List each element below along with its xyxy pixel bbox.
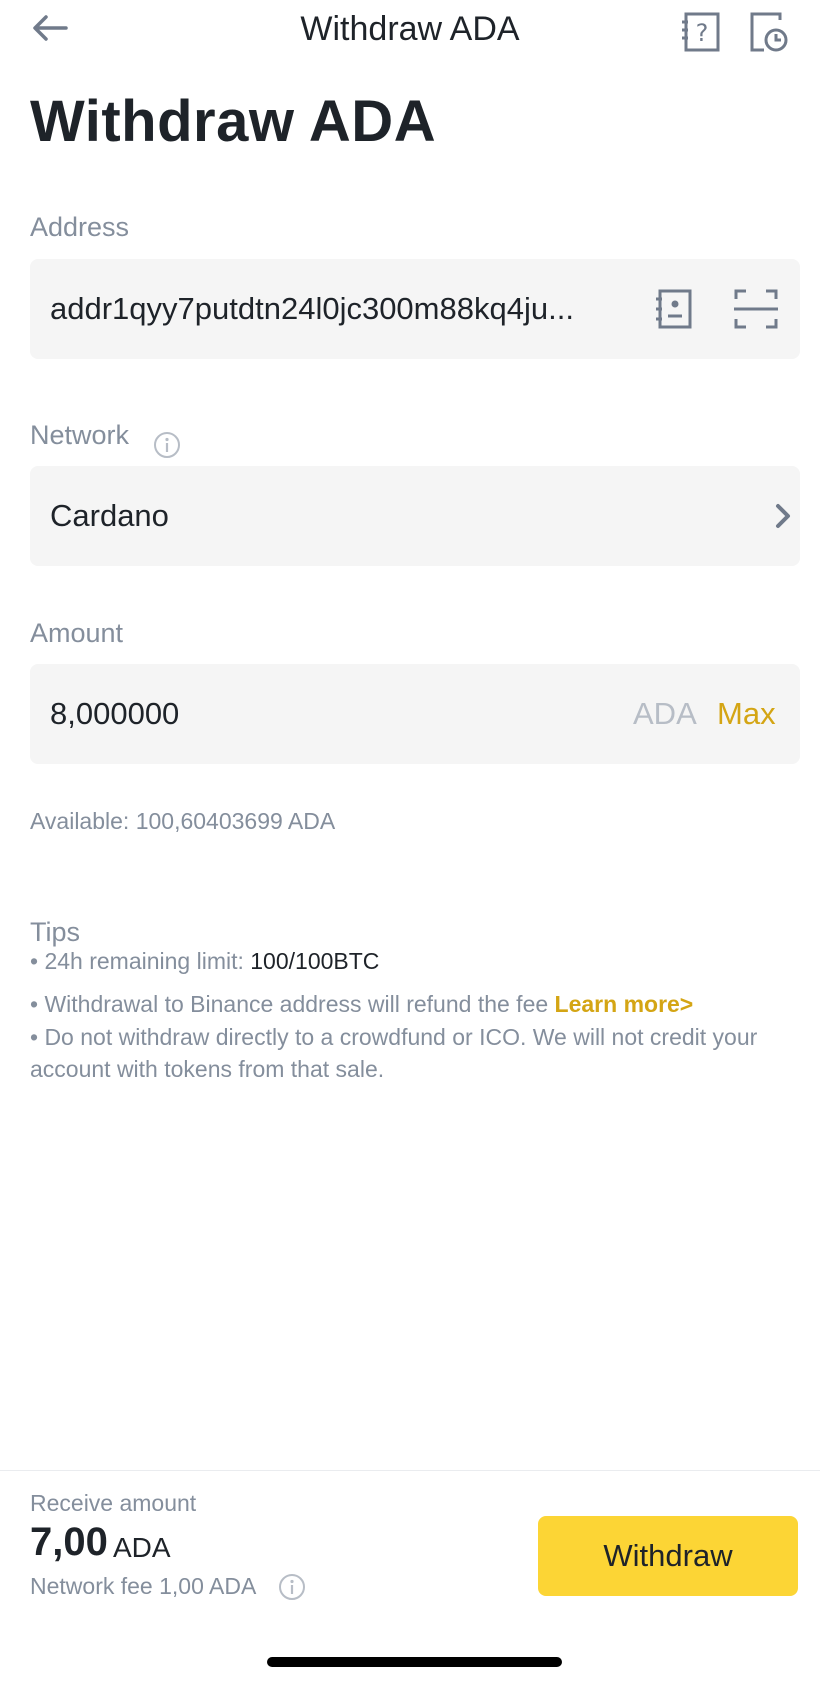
network-selector[interactable]: Cardano xyxy=(30,466,800,566)
available-prefix: Available: xyxy=(30,808,130,834)
footer-divider xyxy=(0,1470,820,1471)
learn-more-link[interactable]: Learn more> xyxy=(555,991,694,1017)
network-fee: Network fee 1,00 ADA xyxy=(30,1573,257,1599)
tip-limit-value: 100/100BTC xyxy=(250,948,380,974)
tip-warning: • Do not withdraw directly to a crowdfun… xyxy=(30,1024,758,1082)
info-icon[interactable] xyxy=(153,431,181,459)
history-button[interactable] xyxy=(746,10,790,54)
address-value[interactable]: addr1qyy7putdtn24l0jc300m88kq4ju... xyxy=(50,291,574,327)
tip-limit-prefix: • 24h remaining limit: xyxy=(30,948,244,974)
home-indicator xyxy=(267,1657,562,1667)
svg-text:?: ? xyxy=(696,19,709,47)
help-document-icon: ? xyxy=(682,12,720,52)
amount-unit: ADA xyxy=(633,696,697,731)
tips-title: Tips xyxy=(30,917,81,947)
receive-amount-label: Receive amount xyxy=(30,1490,197,1516)
network-label: Network xyxy=(30,420,130,450)
help-button[interactable]: ? xyxy=(680,10,724,54)
available-balance: Available: 100,60403699 ADA xyxy=(30,808,335,835)
address-field[interactable]: addr1qyy7putdtn24l0jc300m88kq4ju... xyxy=(30,259,800,359)
address-book-icon[interactable] xyxy=(654,289,694,329)
chevron-right-icon xyxy=(772,500,796,532)
network-value: Cardano xyxy=(50,498,169,533)
fee-info-icon[interactable] xyxy=(278,1573,306,1601)
scan-icon[interactable] xyxy=(734,289,778,329)
available-value: 100,60403699 ADA xyxy=(135,808,336,834)
max-button[interactable]: Max xyxy=(717,696,776,732)
amount-label: Amount xyxy=(30,618,124,648)
receive-amount-unit: ADA xyxy=(113,1532,171,1563)
withdraw-button[interactable]: Withdraw xyxy=(538,1516,798,1596)
receive-amount-value: 7,00 xyxy=(30,1520,108,1564)
page-title: Withdraw ADA xyxy=(30,89,437,154)
tip-limit: • 24h remaining limit: 100/100BTC xyxy=(30,945,770,977)
history-document-icon xyxy=(750,12,788,52)
tip-refund-text: • Withdrawal to Binance address will ref… xyxy=(30,991,549,1017)
tip-refund: • Withdrawal to Binance address will ref… xyxy=(30,988,770,1020)
address-label: Address xyxy=(30,212,130,242)
amount-input[interactable]: 8,000000 xyxy=(50,696,179,732)
amount-field[interactable]: 8,000000 ADA Max xyxy=(30,664,800,764)
